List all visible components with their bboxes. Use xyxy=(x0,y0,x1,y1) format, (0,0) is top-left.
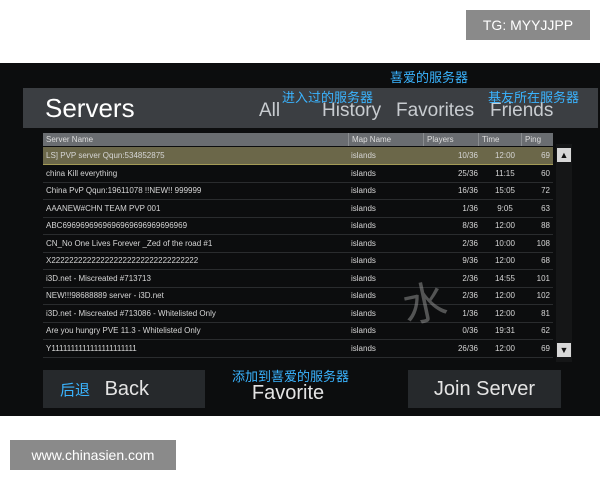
map-name-cell: islands xyxy=(351,343,376,353)
map-name-cell: islands xyxy=(351,186,376,195)
table-row[interactable]: AAANEW#CHN TEAM PVP 001 islands 1/36 9:05 63 xyxy=(43,200,553,218)
ping-cell: 62 xyxy=(541,326,550,335)
col-server-name[interactable]: Server Name xyxy=(43,133,348,146)
col-players[interactable]: Players xyxy=(423,133,478,146)
tg-watermark: TG: MYYJJPP xyxy=(466,10,590,40)
table-row[interactable]: i3D.net - Miscreated #713713 islands 2/36 1… xyxy=(43,270,553,288)
ping-cell: 88 xyxy=(541,221,550,230)
col-ping[interactable]: Ping xyxy=(521,133,553,146)
scrollbar-track[interactable] xyxy=(556,144,572,362)
map-name-cell: islands xyxy=(351,203,376,213)
map-name-cell: islands xyxy=(351,221,376,230)
ping-cell: 72 xyxy=(541,186,550,195)
ping-cell: 69 xyxy=(541,151,550,160)
time-cell: 12:00 xyxy=(494,221,516,230)
server-name-cell: i3D.net - Miscreated #713086 - Whitelist… xyxy=(46,308,216,318)
time-cell: 14:55 xyxy=(494,273,516,283)
join-server-button[interactable]: Join Server xyxy=(408,370,561,408)
scroll-up-button[interactable]: ▲ xyxy=(557,148,571,162)
server-name-cell: china Kill everything xyxy=(46,168,118,178)
server-name-cell: CN_No One Lives Forever _Zed of the road… xyxy=(46,238,213,248)
table-row[interactable]: Y1111111111111111111111 islands 26/36 12:00… xyxy=(43,340,553,358)
col-time[interactable]: Time xyxy=(478,133,521,146)
annotation-back: 后退 xyxy=(60,381,91,399)
ping-cell: 102 xyxy=(536,291,550,300)
table-row[interactable]: i3D.net - Miscreated #713086 - Whitelist… xyxy=(43,305,553,323)
time-cell: 11:15 xyxy=(495,168,515,178)
players-cell: 26/36 xyxy=(457,343,478,353)
ping-cell: 63 xyxy=(541,203,550,213)
table-row[interactable]: Are you hungry PVE 11.3 - Whitelisted On… xyxy=(43,322,553,340)
players-cell: 8/36 xyxy=(462,221,478,230)
server-name-cell: i3D.net - Miscreated #713713 xyxy=(46,273,151,283)
players-cell: 25/36 xyxy=(457,168,478,178)
ping-cell: 60 xyxy=(541,168,550,178)
map-name-cell: islands xyxy=(351,256,376,265)
table-row[interactable]: CN_No One Lives Forever _Zed of the road… xyxy=(43,235,553,253)
map-name-cell: islands xyxy=(351,168,376,178)
server-name-cell: NEW!!!98688889 server - i3D.net xyxy=(46,291,164,300)
ping-cell: 108 xyxy=(536,238,550,248)
favorite-button[interactable]: Favorite xyxy=(238,379,338,407)
players-cell: 16/36 xyxy=(457,186,478,195)
scroll-down-button[interactable]: ▼ xyxy=(557,343,571,357)
time-cell: 12:00 xyxy=(494,343,516,353)
table-row[interactable]: ABC6969696969696969696969696969 islands 8/… xyxy=(43,217,553,235)
time-cell: 15:05 xyxy=(494,186,516,195)
ping-cell: 69 xyxy=(541,343,550,353)
ping-cell: 68 xyxy=(541,256,550,265)
game-server-browser: Servers All History Favorites Friends 喜爱… xyxy=(0,63,600,416)
table-row[interactable]: china Kill everything islands 25/36 11:15 60 xyxy=(43,165,553,183)
time-cell: 19:31 xyxy=(494,326,516,335)
annotation-favorites: 喜爱的服务器 xyxy=(390,71,469,86)
time-cell: 12:00 xyxy=(494,308,516,318)
players-cell: 10/36 xyxy=(457,151,478,160)
server-name-cell: AAANEW#CHN TEAM PVP 001 xyxy=(46,203,161,213)
table-row[interactable]: LS] PVP server Qqun:534852875 islands 10/3… xyxy=(43,147,553,165)
table-row[interactable]: X222222222222222222222222222222222 island… xyxy=(43,252,553,270)
tab-all[interactable]: All xyxy=(259,100,280,122)
table-row[interactable]: China PvP Qqun:19611078 !!NEW!! 999999 is… xyxy=(43,182,553,200)
players-cell: 2/36 xyxy=(462,238,478,248)
map-name-cell: islands xyxy=(351,238,376,248)
server-name-cell: ABC6969696969696969696969696969 xyxy=(46,221,188,230)
map-name-cell: islands xyxy=(351,151,376,160)
time-cell: 12:00 xyxy=(494,256,516,265)
players-cell: 1/36 xyxy=(462,203,478,213)
server-name-cell: Y1111111111111111111111 xyxy=(46,343,137,353)
server-name-cell: China PvP Qqun:19611078 !!NEW!! 999999 xyxy=(46,186,202,195)
table-row[interactable]: NEW!!!98688889 server - i3D.net islands 2/… xyxy=(43,287,553,305)
back-button[interactable]: 后退 Back xyxy=(43,370,205,408)
table-header: Server Name Map Name Players Time Ping xyxy=(43,133,553,146)
ping-cell: 101 xyxy=(536,273,550,283)
col-map-name[interactable]: Map Name xyxy=(348,133,423,146)
time-cell: 9:05 xyxy=(497,203,513,213)
time-cell: 12:00 xyxy=(494,151,516,160)
page-title: Servers xyxy=(45,93,135,123)
annotation-friends: 基友所在服务器 xyxy=(488,91,580,106)
server-name-cell: Are you hungry PVE 11.3 - Whitelisted On… xyxy=(46,326,201,335)
server-name-cell: X222222222222222222222222222222222 xyxy=(46,256,199,265)
back-button-label: Back xyxy=(104,378,150,400)
annotation-history: 进入过的服务器 xyxy=(282,91,374,106)
time-cell: 12:00 xyxy=(494,291,516,300)
time-cell: 10:00 xyxy=(494,238,516,248)
ping-cell: 81 xyxy=(541,308,550,318)
server-name-cell: LS] PVP server Qqun:534852875 xyxy=(46,151,165,160)
site-watermark: www.chinasien.com xyxy=(10,440,176,470)
tab-favorites[interactable]: Favorites xyxy=(396,100,474,122)
